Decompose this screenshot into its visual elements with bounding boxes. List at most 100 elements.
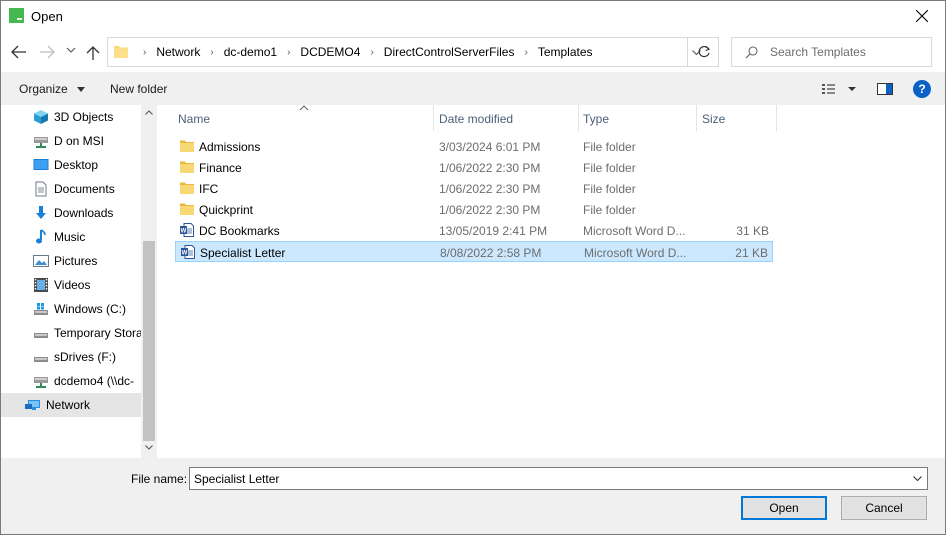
word-doc-icon: W xyxy=(181,245,195,259)
file-date: 8/08/2022 2:58 PM xyxy=(440,246,542,260)
close-icon xyxy=(916,10,928,22)
search-input[interactable] xyxy=(770,44,925,60)
file-row-ifc[interactable]: IFC 1/06/2022 2:30 PM File folder xyxy=(175,178,773,199)
sidebar-item-3d-objects[interactable]: 3D Objects xyxy=(1,105,141,129)
refresh-button[interactable] xyxy=(687,38,719,66)
back-button[interactable] xyxy=(9,41,29,63)
organize-label: Organize xyxy=(19,82,68,96)
chevron-down-icon xyxy=(66,47,76,53)
sidebar-item-d-on-msi[interactable]: D on MSI xyxy=(1,129,141,153)
file-row-dc-bookmarks[interactable]: W DC Bookmarks 13/05/2019 2:41 PM Micros… xyxy=(175,220,773,241)
network-drive-icon xyxy=(34,377,48,388)
file-size: 31 KB xyxy=(736,224,769,238)
column-header-name[interactable]: Name xyxy=(173,105,433,131)
file-row-specialist-letter[interactable]: W Specialist Letter 8/08/2022 2:58 PM Mi… xyxy=(175,241,773,262)
windows-drive-icon xyxy=(34,303,48,315)
new-folder-button[interactable]: New folder xyxy=(110,82,167,96)
breadcrumb-directcontrolserverfiles[interactable]: DirectControlServerFiles xyxy=(383,45,516,59)
organize-menu[interactable]: Organize xyxy=(19,82,86,96)
folder-icon xyxy=(114,46,128,58)
desktop-icon xyxy=(33,159,49,170)
breadcrumb-network[interactable]: Network xyxy=(155,45,201,59)
scroll-down-icon[interactable] xyxy=(145,445,153,450)
sidebar-item-desktop[interactable]: Desktop xyxy=(1,153,141,177)
window-title: Open xyxy=(31,9,63,24)
column-divider[interactable] xyxy=(776,105,777,131)
back-arrow-icon xyxy=(11,45,26,59)
folder-icon xyxy=(180,140,194,152)
scrollbar-thumb[interactable] xyxy=(143,241,155,441)
sidebar-item-network[interactable]: Network xyxy=(1,393,141,417)
cube-icon xyxy=(34,110,48,124)
sidebar-item-label: Documents xyxy=(54,182,115,196)
scroll-up-icon[interactable] xyxy=(145,110,153,115)
file-name-combobox[interactable] xyxy=(189,467,928,490)
file-type: File folder xyxy=(583,140,636,154)
breadcrumb-separator-icon[interactable]: › xyxy=(134,47,155,58)
file-type: File folder xyxy=(583,182,636,196)
column-header-type[interactable]: Type xyxy=(578,105,696,131)
breadcrumb-separator-icon[interactable]: › xyxy=(515,47,536,58)
file-row-finance[interactable]: Finance 1/06/2022 2:30 PM File folder xyxy=(175,157,773,178)
breadcrumb-dc-demo1[interactable]: dc-demo1 xyxy=(223,45,278,59)
file-name-input[interactable] xyxy=(194,471,894,487)
sidebar-item-label: Temporary Stora xyxy=(54,326,141,340)
file-rows: Admissions 3/03/2024 6:01 PM File folder… xyxy=(175,136,773,262)
caret-down-icon xyxy=(77,87,86,93)
preview-pane-button[interactable] xyxy=(875,80,897,98)
open-button[interactable]: Open xyxy=(741,496,827,520)
sidebar-item-label: dcdemo4 (\\dc- xyxy=(54,374,135,388)
column-header-size[interactable]: Size xyxy=(697,105,776,131)
file-row-admissions[interactable]: Admissions 3/03/2024 6:01 PM File folder xyxy=(175,136,773,157)
sidebar-item-sdrives-f[interactable]: sDrives (F:) xyxy=(1,345,141,369)
breadcrumb-separator-icon[interactable]: › xyxy=(278,47,299,58)
chevron-down-icon[interactable] xyxy=(913,476,922,482)
pictures-icon xyxy=(33,255,49,267)
breadcrumb-separator-icon[interactable]: › xyxy=(361,47,382,58)
file-name: Specialist Letter xyxy=(200,246,286,260)
command-bar: Organize New folder ? xyxy=(1,72,945,105)
folder-icon xyxy=(180,182,194,194)
forward-button[interactable] xyxy=(37,41,57,63)
recent-locations-button[interactable] xyxy=(64,41,78,63)
music-icon xyxy=(36,229,46,244)
breadcrumb-templates[interactable]: Templates xyxy=(537,45,594,59)
network-drive-icon xyxy=(34,137,48,148)
dialog-footer: File name: Open Cancel xyxy=(1,458,945,534)
navigation-scrollbar[interactable] xyxy=(141,105,157,458)
sidebar-item-dcdemo4[interactable]: dcdemo4 (\\dc- xyxy=(1,369,141,393)
title-bar: Open xyxy=(1,1,945,32)
cancel-button[interactable]: Cancel xyxy=(841,496,927,520)
up-button[interactable] xyxy=(84,41,104,63)
sidebar-item-documents[interactable]: Documents xyxy=(1,177,141,201)
sidebar-item-temporary-storage[interactable]: Temporary Stora xyxy=(1,321,141,345)
sidebar-item-videos[interactable]: Videos xyxy=(1,273,141,297)
address-bar[interactable]: › Network › dc-demo1 › DCDEMO4 › DirectC… xyxy=(107,37,719,67)
sidebar-item-pictures[interactable]: Pictures xyxy=(1,249,141,273)
breadcrumb-separator-icon[interactable]: › xyxy=(201,47,222,58)
navigation-list: 3D Objects D on MSI Desktop Documents Do… xyxy=(1,105,141,417)
view-options-icon xyxy=(822,84,856,94)
file-row-quickprint[interactable]: Quickprint 1/06/2022 2:30 PM File folder xyxy=(175,199,773,220)
file-name: DC Bookmarks xyxy=(199,224,280,238)
search-box[interactable] xyxy=(731,37,932,67)
close-button[interactable] xyxy=(899,1,945,32)
file-name: Finance xyxy=(199,161,242,175)
change-view-button[interactable] xyxy=(819,80,859,98)
sidebar-item-music[interactable]: Music xyxy=(1,225,141,249)
file-name: Admissions xyxy=(199,140,261,154)
forward-arrow-icon xyxy=(40,45,55,59)
breadcrumb-dcdemo4[interactable]: DCDEMO4 xyxy=(299,45,361,59)
app-icon xyxy=(9,8,24,23)
folder-icon xyxy=(180,203,194,215)
sidebar-item-label: Pictures xyxy=(54,254,98,268)
column-header-label: Date modified xyxy=(439,112,514,126)
sidebar-item-downloads[interactable]: Downloads xyxy=(1,201,141,225)
help-button[interactable]: ? xyxy=(913,80,931,98)
file-type: Microsoft Word D... xyxy=(583,224,686,238)
navigation-pane: 3D Objects D on MSI Desktop Documents Do… xyxy=(1,105,157,458)
sidebar-item-windows-c[interactable]: Windows (C:) xyxy=(1,297,141,321)
sidebar-item-label: D on MSI xyxy=(54,134,105,148)
column-header-date[interactable]: Date modified xyxy=(434,105,578,131)
sidebar-item-label: Downloads xyxy=(54,206,114,220)
